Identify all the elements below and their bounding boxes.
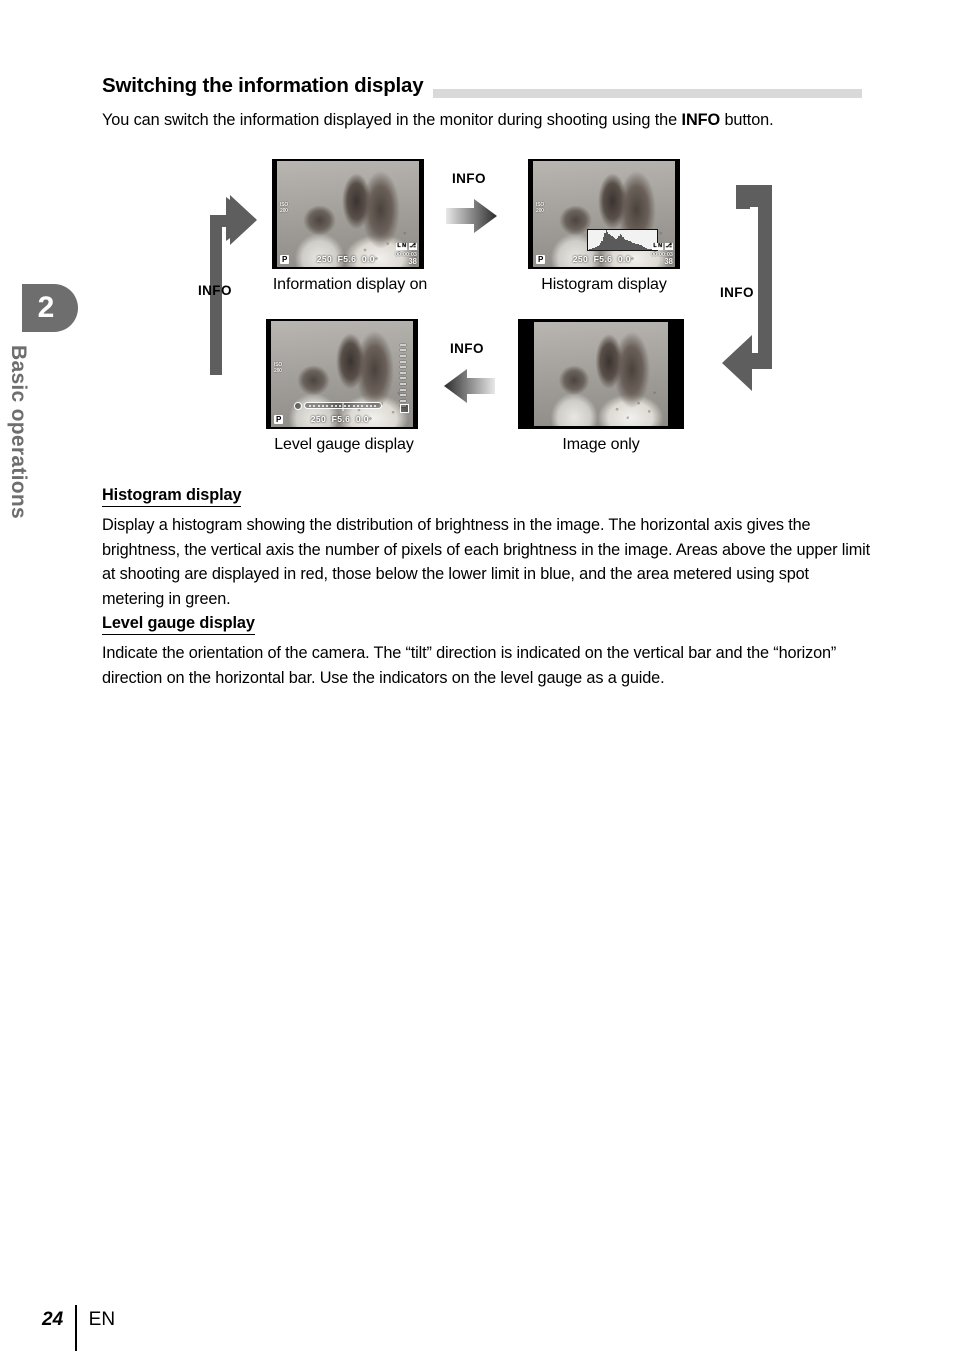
hud-exposure-compensation: 0.0 bbox=[361, 254, 375, 264]
screen-viewport: ISO 200 P 250 F5.6 0.0 bbox=[271, 321, 413, 427]
chapter-tab: 2 bbox=[22, 284, 78, 332]
hud-histogram bbox=[586, 229, 658, 251]
hud-exposure-compensation: 0.0 bbox=[617, 254, 631, 264]
page-footer: 24 EN bbox=[42, 1300, 116, 1351]
hud-iso-value: 200 bbox=[536, 207, 544, 214]
level-gauge-horizontal bbox=[293, 401, 382, 411]
hud-card-badge: ⎇ bbox=[408, 243, 417, 250]
screen-information-display-on: ISO 200 L N ⎇ 00:00:03 38 P 250 F5.6 0.0 bbox=[272, 159, 424, 269]
intro-emphasis: INFO bbox=[681, 111, 721, 129]
hud-bottom-bar: P 250 F5.6 0.0 bbox=[271, 412, 413, 425]
hud-iso: ISO 200 bbox=[280, 203, 288, 214]
info-display-cycle-diagram: INFO INFO INFO INFO ISO 200 L N ⎇ 00:00:… bbox=[190, 155, 790, 465]
hud-shutter-speed: 250 bbox=[572, 254, 589, 264]
hud-shutter-speed: 250 bbox=[316, 254, 333, 264]
level-gauge-horizontal-track bbox=[303, 402, 382, 411]
hud-card-badge: ⎇ bbox=[664, 243, 673, 250]
subheading-level-gauge-display: Level gauge display bbox=[102, 614, 255, 635]
screen-viewport bbox=[534, 322, 668, 426]
level-gauge-vertical bbox=[399, 340, 407, 411]
hud-shutter-speed: 250 bbox=[310, 414, 327, 424]
screen-image-only bbox=[518, 319, 684, 429]
caption-level-gauge-display: Level gauge display bbox=[274, 436, 414, 453]
intro-paragraph: You can switch the information displayed… bbox=[102, 108, 847, 133]
screen-level-gauge-display: ISO 200 P 250 F5.6 0.0 bbox=[266, 319, 418, 429]
arrow-right-icon bbox=[446, 199, 497, 233]
paragraph-histogram-display: Display a histogram showing the distribu… bbox=[102, 516, 870, 608]
hud-exposure-values: 250 F5.6 0.0 bbox=[317, 255, 375, 264]
caption-information-display-on: Information display on bbox=[272, 276, 428, 293]
hud-quality-badge: L N bbox=[652, 243, 664, 250]
info-label-left: INFO bbox=[198, 283, 232, 298]
screen-viewport: ISO 200 L N ⎇ 00:00:03 38 P 250 F5.6 0.0 bbox=[533, 161, 675, 267]
footer-page-number: 24 bbox=[42, 1309, 64, 1330]
hud-aperture: F5.6 bbox=[593, 254, 613, 264]
hud-bottom-bar: P 250 F5.6 0.0 bbox=[533, 252, 675, 265]
hud-exposure-values: 250 F5.6 0.0 bbox=[573, 255, 631, 264]
hud-right-icons: L N ⎇ bbox=[396, 243, 417, 251]
footer-language: EN bbox=[88, 1309, 116, 1330]
hud-exposure-compensation: 0.0 bbox=[355, 414, 369, 424]
info-label-right: INFO bbox=[720, 285, 754, 300]
screen-viewport: ISO 200 L N ⎇ 00:00:03 38 P 250 F5.6 0.0 bbox=[277, 161, 419, 267]
subheading-histogram-display: Histogram display bbox=[102, 486, 242, 507]
footer-divider bbox=[75, 1305, 77, 1351]
hud-iso: ISO 200 bbox=[536, 203, 544, 214]
histogram-bars bbox=[588, 230, 656, 250]
hud-iso-value: 200 bbox=[274, 367, 282, 374]
photo-texture bbox=[534, 322, 668, 426]
level-gauge-horizontal-indicator bbox=[293, 401, 302, 410]
screen-histogram-display: ISO 200 L N ⎇ 00:00:03 38 P 250 F5.6 0.0 bbox=[528, 159, 680, 269]
hud-mode-badge: P bbox=[536, 255, 546, 264]
hud-right-icons: L N ⎇ bbox=[652, 243, 673, 251]
paragraph-level-gauge-display: Indicate the orientation of the camera. … bbox=[102, 644, 837, 687]
arrow-left-icon bbox=[444, 369, 495, 403]
caption-image-only: Image only bbox=[562, 436, 640, 453]
chapter-title: Basic operations bbox=[7, 345, 30, 520]
intro-line-2: button. bbox=[720, 111, 774, 129]
page-title: Switching the information display bbox=[102, 74, 434, 98]
intro-line-1: You can switch the information displayed… bbox=[102, 111, 678, 129]
caption-histogram-display: Histogram display bbox=[541, 276, 667, 293]
hud-mode-badge: P bbox=[280, 255, 290, 264]
hud-mode-badge: P bbox=[274, 415, 284, 424]
hud-bottom-bar: P 250 F5.6 0.0 bbox=[277, 252, 419, 265]
hud-aperture: F5.6 bbox=[331, 414, 351, 424]
info-label-bottom-middle: INFO bbox=[450, 341, 484, 356]
chapter-number: 2 bbox=[37, 291, 55, 324]
info-label-top-middle: INFO bbox=[452, 171, 486, 186]
hud-iso: ISO 200 bbox=[274, 363, 282, 374]
page-title-block: Switching the information display bbox=[102, 68, 862, 98]
hud-aperture: F5.6 bbox=[337, 254, 357, 264]
hud-iso-value: 200 bbox=[280, 207, 288, 214]
hud-exposure-values: 250 F5.6 0.0 bbox=[311, 415, 369, 424]
hud-quality-badge: L N bbox=[396, 243, 408, 250]
level-gauge-center-mark bbox=[342, 402, 344, 411]
